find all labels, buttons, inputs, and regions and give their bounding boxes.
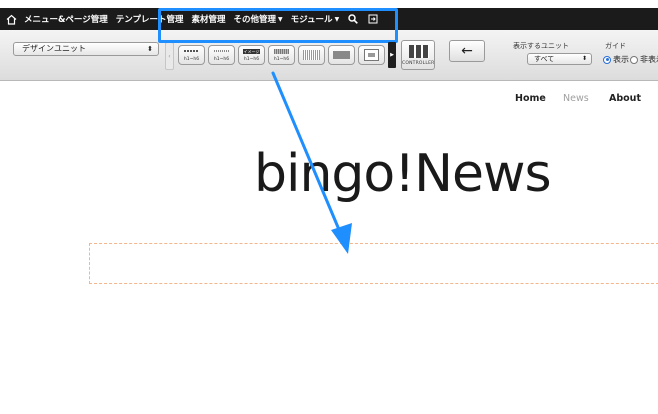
scroll-right-tab[interactable]: ▶ <box>388 42 396 68</box>
unit-type-select[interactable]: デザインユニット ⬍ <box>13 42 159 56</box>
back-arrow-button[interactable]: ← <box>449 40 485 62</box>
unit-button-frame[interactable] <box>358 45 385 65</box>
nav-home[interactable]: Home <box>515 93 546 104</box>
unit-button-heading-dotted[interactable]: h1~h6 <box>208 45 235 65</box>
unit-button-heading-image[interactable]: イメージ h1~h6 <box>238 45 265 65</box>
scroll-left-tab[interactable]: ‹ <box>165 42 174 70</box>
unit-button-grid[interactable] <box>298 45 325 65</box>
arrow-left-icon: ← <box>461 43 473 59</box>
site-logo: bingo!News <box>254 144 552 204</box>
unit-button-heading-dashed[interactable]: h1~h6 <box>178 45 205 65</box>
radio-icon[interactable] <box>630 55 638 64</box>
nav-about[interactable]: About <box>609 93 641 104</box>
unit-button-solid[interactable] <box>328 45 355 65</box>
select-arrows-icon: ⬍ <box>581 55 587 62</box>
guide-hide-option[interactable]: 非表示 <box>630 54 658 65</box>
display-unit-label: 表示するユニット <box>513 42 569 50</box>
nav-news[interactable]: News <box>563 93 589 104</box>
menu-item-pages[interactable]: メニュー&ページ管理 <box>24 13 108 25</box>
unit-button-heading-gray[interactable]: h1~h6 <box>268 45 295 65</box>
unit-drop-zone[interactable] <box>89 243 658 284</box>
controller-button[interactable]: CONTROLLER <box>401 40 435 70</box>
unit-button-group-highlight <box>158 8 398 43</box>
display-unit-select[interactable]: すべて ⬍ <box>527 53 592 65</box>
guide-show-option[interactable]: 表示 <box>603 54 629 65</box>
select-arrows-icon: ⬍ <box>147 45 153 53</box>
radio-selected-icon[interactable] <box>603 55 611 64</box>
guide-radio-group: 表示 非表示 <box>603 54 658 65</box>
guide-label: ガイド <box>605 42 626 50</box>
controller-icon <box>409 45 429 58</box>
home-icon[interactable] <box>5 13 18 26</box>
